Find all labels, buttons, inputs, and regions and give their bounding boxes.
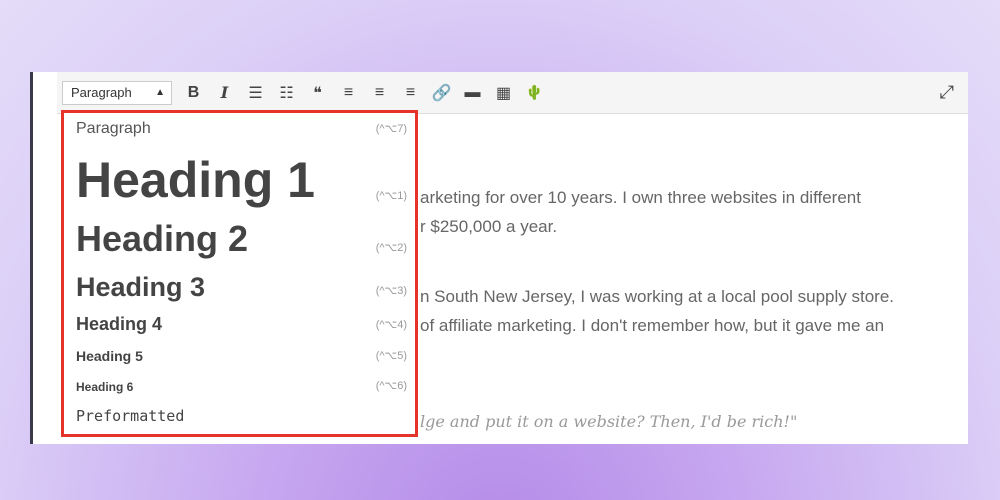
format-dropdown: Paragraph (^⌥7) Heading 1 (^⌥1) Heading 2 (… bbox=[61, 110, 418, 437]
read-more-button[interactable]: ▬ bbox=[457, 80, 488, 106]
align-left-icon: ≡ bbox=[343, 83, 354, 101]
item-label: Heading 4 bbox=[76, 314, 163, 334]
item-label: Heading 5 bbox=[76, 348, 143, 364]
item-label: Heading 3 bbox=[76, 272, 206, 302]
format-select-value: Paragraph bbox=[71, 85, 132, 100]
item-label: Preformatted bbox=[76, 407, 185, 425]
bullet-list-button[interactable]: ☰ bbox=[240, 80, 271, 106]
toolbar: Paragraph ▲ B I ☰ ☷ ❝ ≡ ≡ ≡ 🔗 ▬ ▦ 🌵 ⤢ bbox=[57, 72, 968, 114]
format-select[interactable]: Paragraph ▲ bbox=[62, 80, 172, 105]
item-label: Heading 1 bbox=[76, 152, 315, 208]
content-line: of affiliate marketing. I don't remember… bbox=[420, 316, 885, 335]
content-quote: lge and put it on a website? Then, I'd b… bbox=[420, 412, 798, 431]
shortcut: (^⌥3) bbox=[375, 285, 407, 297]
content-line: arketing for over 10 years. I own three … bbox=[420, 188, 861, 207]
bullet-list-icon: ☰ bbox=[248, 84, 263, 102]
numbered-list-button[interactable]: ☷ bbox=[271, 80, 302, 106]
align-right-icon: ≡ bbox=[405, 83, 416, 101]
cactus-button[interactable]: 🌵 bbox=[519, 80, 550, 106]
shortcut: (^⌥6) bbox=[375, 380, 407, 392]
shortcut: (^⌥5) bbox=[375, 350, 407, 362]
content-line: r $250,000 a year. bbox=[420, 217, 558, 236]
blockquote-button[interactable]: ❝ bbox=[302, 80, 333, 106]
cactus-icon: 🌵 bbox=[525, 84, 544, 100]
read-more-icon: ▬ bbox=[464, 83, 481, 101]
content-line: n South New Jersey, I was working at a l… bbox=[420, 287, 895, 306]
align-right-button[interactable]: ≡ bbox=[395, 80, 426, 106]
italic-icon: I bbox=[220, 83, 229, 102]
item-label: Heading 2 bbox=[76, 218, 249, 259]
italic-button[interactable]: I bbox=[209, 80, 240, 106]
link-icon: 🔗 bbox=[431, 84, 452, 102]
item-label: Heading 6 bbox=[76, 380, 134, 394]
numbered-list-icon: ☷ bbox=[279, 84, 294, 102]
toolbar-toggle-icon: ▦ bbox=[495, 84, 512, 102]
fullscreen-icon[interactable]: ⤢ bbox=[940, 82, 954, 103]
toolbar-toggle-button[interactable]: ▦ bbox=[488, 80, 519, 106]
blockquote-icon: ❝ bbox=[313, 84, 322, 102]
align-left-button[interactable]: ≡ bbox=[333, 80, 364, 106]
bold-icon: B bbox=[187, 83, 200, 101]
shortcut: (^⌥7) bbox=[375, 123, 407, 135]
caret-up-icon: ▲ bbox=[155, 87, 165, 98]
shortcut: (^⌥1) bbox=[375, 190, 407, 202]
link-button[interactable]: 🔗 bbox=[426, 80, 457, 106]
align-center-icon: ≡ bbox=[374, 83, 385, 101]
item-label: Paragraph bbox=[76, 120, 151, 137]
shortcut: (^⌥2) bbox=[375, 242, 407, 254]
shortcut: (^⌥4) bbox=[375, 319, 407, 331]
bold-button[interactable]: B bbox=[178, 80, 209, 106]
align-center-button[interactable]: ≡ bbox=[364, 80, 395, 106]
